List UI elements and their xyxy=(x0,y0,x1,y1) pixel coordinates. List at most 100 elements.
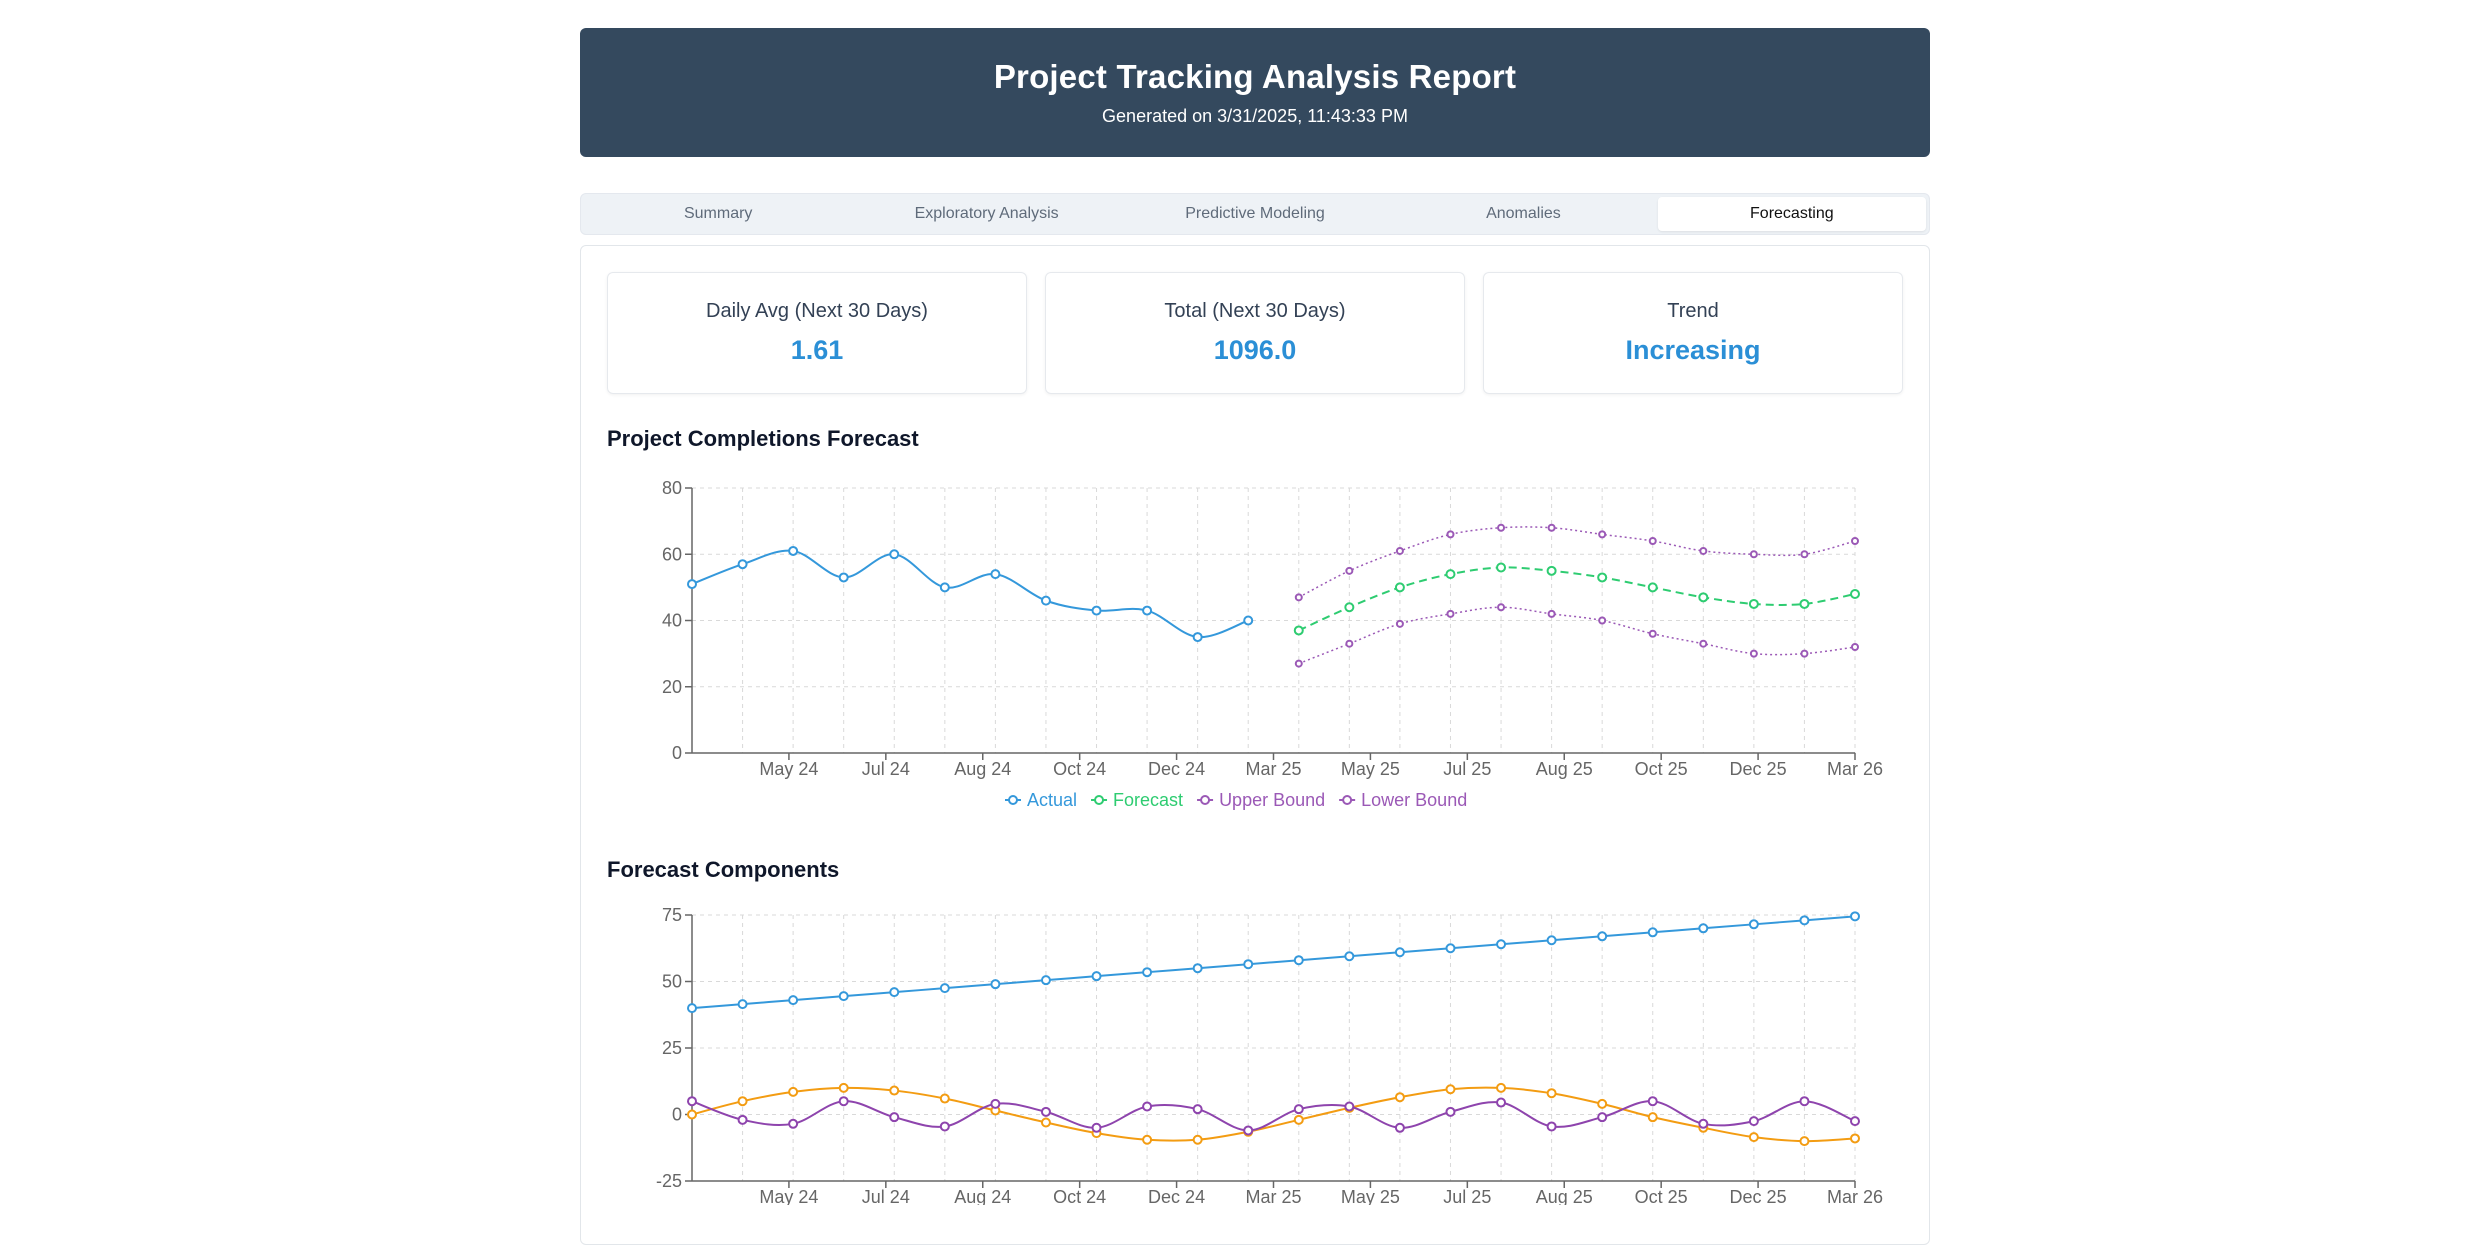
data-point xyxy=(889,1085,900,1096)
y-tick-label: 0 xyxy=(672,1105,682,1125)
legend-marker xyxy=(1008,795,1018,805)
data-point xyxy=(1547,609,1556,618)
data-point xyxy=(1496,939,1507,950)
data-point xyxy=(1546,565,1557,576)
x-tick-label: May 25 xyxy=(1341,759,1400,779)
data-point xyxy=(788,545,799,556)
data-point xyxy=(1394,582,1405,593)
data-point xyxy=(1851,537,1859,545)
data-point xyxy=(1597,931,1608,942)
data-point xyxy=(1091,1122,1102,1133)
x-tick-label: Dec 25 xyxy=(1730,1187,1787,1205)
x-tick-label: Mar 26 xyxy=(1827,1187,1883,1205)
data-point xyxy=(1344,602,1355,613)
data-point xyxy=(1546,1121,1557,1132)
x-tick-label: Aug 25 xyxy=(1536,759,1593,779)
legend-label: Actual xyxy=(1027,790,1077,810)
data-point xyxy=(1394,1092,1405,1103)
data-point xyxy=(1394,947,1405,958)
data-point xyxy=(1799,915,1810,926)
data-point xyxy=(687,1003,697,1014)
data-point xyxy=(1142,1101,1153,1112)
data-point xyxy=(1192,1134,1203,1145)
actual-series-line xyxy=(691,549,1249,639)
components-group: -25 0 25 50 75 May 24 Jul 24 Aug 24 Oct 24 Dec 24… xyxy=(656,905,1883,1205)
data-point xyxy=(838,1096,849,1107)
legend-label: Upper Bound xyxy=(1219,790,1325,810)
data-point xyxy=(838,991,849,1002)
data-point xyxy=(1748,1116,1759,1127)
data-point xyxy=(1496,562,1507,573)
x-tick-label: Jul 24 xyxy=(862,759,910,779)
data-point xyxy=(1799,598,1810,609)
data-point xyxy=(1850,589,1860,599)
forecast-chart: 0 20 40 60 80 May 24 Jul 24 Aug 24 Oct 24 Dec 24 M… xyxy=(656,478,1883,1205)
x-tick-label: Mar 25 xyxy=(1245,759,1301,779)
data-point xyxy=(737,1096,748,1107)
data-point xyxy=(1648,629,1657,638)
data-point xyxy=(1748,1132,1759,1143)
data-point xyxy=(1800,550,1809,559)
data-point xyxy=(737,999,748,1010)
data-point xyxy=(1597,1112,1608,1123)
legend-item: Lower Bound xyxy=(1339,790,1467,810)
x-tick-label: Aug 24 xyxy=(954,759,1011,779)
data-point xyxy=(1091,971,1102,982)
data-point xyxy=(889,987,900,998)
data-point xyxy=(1142,967,1153,978)
data-point xyxy=(1091,605,1102,616)
data-point xyxy=(838,572,849,583)
data-point xyxy=(788,1118,799,1129)
data-point xyxy=(1040,595,1051,606)
x-tick-label: Dec 24 xyxy=(1148,759,1205,779)
data-point xyxy=(687,1096,697,1107)
data-point xyxy=(1496,1097,1507,1108)
x-tick-label: Mar 26 xyxy=(1827,759,1883,779)
data-point xyxy=(1546,1088,1557,1099)
y-tick-label: -25 xyxy=(656,1171,682,1191)
x-tick-label: May 24 xyxy=(759,1187,818,1205)
data-point xyxy=(1446,609,1455,618)
x-tick-label: Jul 25 xyxy=(1443,1187,1491,1205)
data-point xyxy=(1749,649,1758,658)
data-point xyxy=(1496,1082,1507,1093)
data-point xyxy=(1445,569,1456,580)
y-tick-label: 0 xyxy=(672,743,682,763)
legend-label: Forecast xyxy=(1113,790,1183,810)
data-point xyxy=(1293,955,1304,966)
data-point xyxy=(939,1121,950,1132)
data-point xyxy=(1648,537,1657,545)
x-tick-label: Oct 24 xyxy=(1053,759,1106,779)
x-tick-label: Aug 25 xyxy=(1536,1187,1593,1205)
data-point xyxy=(1395,546,1404,555)
data-point xyxy=(1647,927,1658,938)
x-tick-label: Mar 25 xyxy=(1245,1187,1301,1205)
data-point xyxy=(1445,943,1456,954)
data-point xyxy=(990,979,1001,990)
data-point xyxy=(1293,625,1304,636)
x-tick-label: May 24 xyxy=(759,759,818,779)
data-point xyxy=(1699,639,1708,648)
data-point xyxy=(1851,643,1859,651)
data-point xyxy=(1040,1106,1051,1117)
data-point xyxy=(939,983,950,994)
data-point xyxy=(990,1098,1001,1109)
y-tick-label: 75 xyxy=(662,905,682,925)
x-tick-label: Aug 24 xyxy=(954,1187,1011,1205)
data-point xyxy=(1699,546,1708,555)
x-tick-label: Oct 25 xyxy=(1635,759,1688,779)
data-point xyxy=(1546,935,1557,946)
data-point xyxy=(1040,1117,1051,1128)
data-point xyxy=(687,579,697,590)
data-point xyxy=(1800,649,1809,658)
data-point xyxy=(1497,603,1506,612)
x-tick-label: May 25 xyxy=(1341,1187,1400,1205)
data-point xyxy=(1344,1101,1355,1112)
data-point xyxy=(687,1109,697,1120)
data-point xyxy=(1749,550,1758,559)
data-point xyxy=(1547,523,1556,532)
data-point xyxy=(1040,975,1051,986)
components-component-0-series-line xyxy=(691,915,1856,1010)
legend-item: Actual xyxy=(1005,790,1077,810)
data-point xyxy=(1192,1104,1203,1115)
